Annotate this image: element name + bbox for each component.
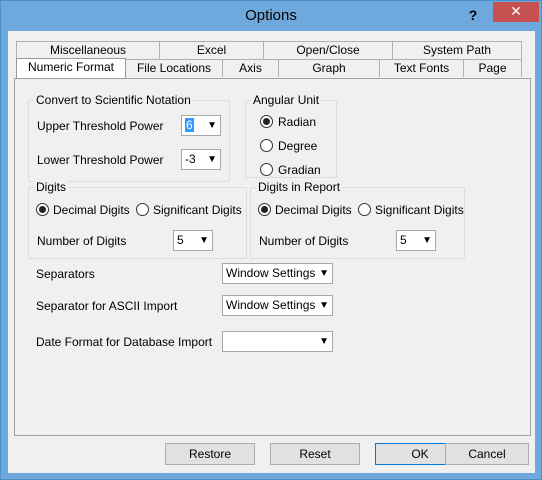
report-significant-digits-label[interactable]: Significant Digits [375,203,464,217]
tab-axis[interactable]: Axis [222,59,279,77]
date-format-select[interactable]: ▼ [222,331,333,352]
scientific-notation-title: Convert to Scientific Notation [34,93,193,107]
digits-in-report-title: Digits in Report [256,180,343,194]
ascii-separator-select[interactable]: Window Settings ▼ [222,295,333,316]
close-button[interactable]: ✕ [493,2,539,22]
radio-selected-dot [261,206,268,213]
report-significant-digits-radio[interactable] [358,203,371,216]
decimal-digits-radio[interactable] [36,203,49,216]
restore-button[interactable]: Restore [165,443,255,465]
ascii-separator-label: Separator for ASCII Import [36,299,178,313]
report-number-of-digits-value: 5 [400,233,407,247]
upper-threshold-label: Upper Threshold Power [37,119,164,133]
dialog-client: Miscellaneous Excel Open/Close System Pa… [8,31,535,473]
help-button[interactable]: ? [463,5,483,25]
tab-excel[interactable]: Excel [159,41,264,59]
radio-selected-dot [263,118,270,125]
numeric-format-panel: Convert to Scientific Notation Upper Thr… [14,78,531,436]
ascii-separator-value: Window Settings [226,298,316,312]
chevron-down-icon: ▼ [207,120,217,131]
tab-miscellaneous[interactable]: Miscellaneous [16,41,160,59]
tab-file-locations[interactable]: File Locations [125,59,223,77]
number-of-digits-select[interactable]: 5 ▼ [173,230,213,251]
tab-numeric-format[interactable]: Numeric Format [16,58,126,78]
lower-threshold-label: Lower Threshold Power [37,153,164,167]
tab-open-close[interactable]: Open/Close [263,41,393,59]
decimal-digits-label[interactable]: Decimal Digits [53,203,130,217]
radio-selected-dot [39,206,46,213]
degree-radio[interactable] [260,139,273,152]
significant-digits-label[interactable]: Significant Digits [153,203,242,217]
angular-unit-title: Angular Unit [251,93,322,107]
report-decimal-digits-label[interactable]: Decimal Digits [275,203,352,217]
degree-label[interactable]: Degree [278,139,317,153]
chevron-down-icon: ▼ [199,235,209,246]
significant-digits-radio[interactable] [136,203,149,216]
date-format-label: Date Format for Database Import [36,335,213,349]
upper-threshold-value: 6 [185,118,194,132]
chevron-down-icon: ▼ [319,300,329,311]
number-of-digits-value: 5 [177,233,184,247]
window-title: Options [245,7,297,24]
separators-value: Window Settings [226,266,316,280]
chevron-down-icon: ▼ [319,268,329,279]
gradian-label[interactable]: Gradian [278,163,321,177]
chevron-down-icon: ▼ [422,235,432,246]
tab-graph[interactable]: Graph [278,59,380,77]
digits-title: Digits [34,180,69,194]
angular-unit-group: Angular Unit Radian Degree Gradian [245,93,337,178]
report-number-of-digits-select[interactable]: 5 ▼ [396,230,436,251]
cancel-button[interactable]: Cancel [445,443,529,465]
reset-button[interactable]: Reset [270,443,360,465]
tab-system-path[interactable]: System Path [392,41,522,59]
radian-label[interactable]: Radian [278,115,316,129]
tab-text-fonts[interactable]: Text Fonts [379,59,464,77]
gradian-radio[interactable] [260,163,273,176]
number-of-digits-label: Number of Digits [37,234,127,248]
options-dialog: Options ? ✕ Miscellaneous Excel Open/Clo… [0,0,542,480]
radian-radio[interactable] [260,115,273,128]
upper-threshold-select[interactable]: 6 ▼ [181,115,221,136]
title-bar: Options ? ✕ [1,1,541,31]
report-decimal-digits-radio[interactable] [258,203,271,216]
tab-page[interactable]: Page [463,59,522,77]
chevron-down-icon: ▼ [207,154,217,165]
separators-select[interactable]: Window Settings ▼ [222,263,333,284]
lower-threshold-value: -3 [185,152,196,166]
scientific-notation-group: Convert to Scientific Notation Upper Thr… [28,93,230,182]
report-number-of-digits-label: Number of Digits [259,234,349,248]
digits-in-report-group: Digits in Report Decimal Digits Signific… [250,180,465,259]
digits-group: Digits Decimal Digits Significant Digits… [28,180,247,259]
chevron-down-icon: ▼ [319,336,329,347]
lower-threshold-select[interactable]: -3 ▼ [181,149,221,170]
separators-label: Separators [36,267,95,281]
